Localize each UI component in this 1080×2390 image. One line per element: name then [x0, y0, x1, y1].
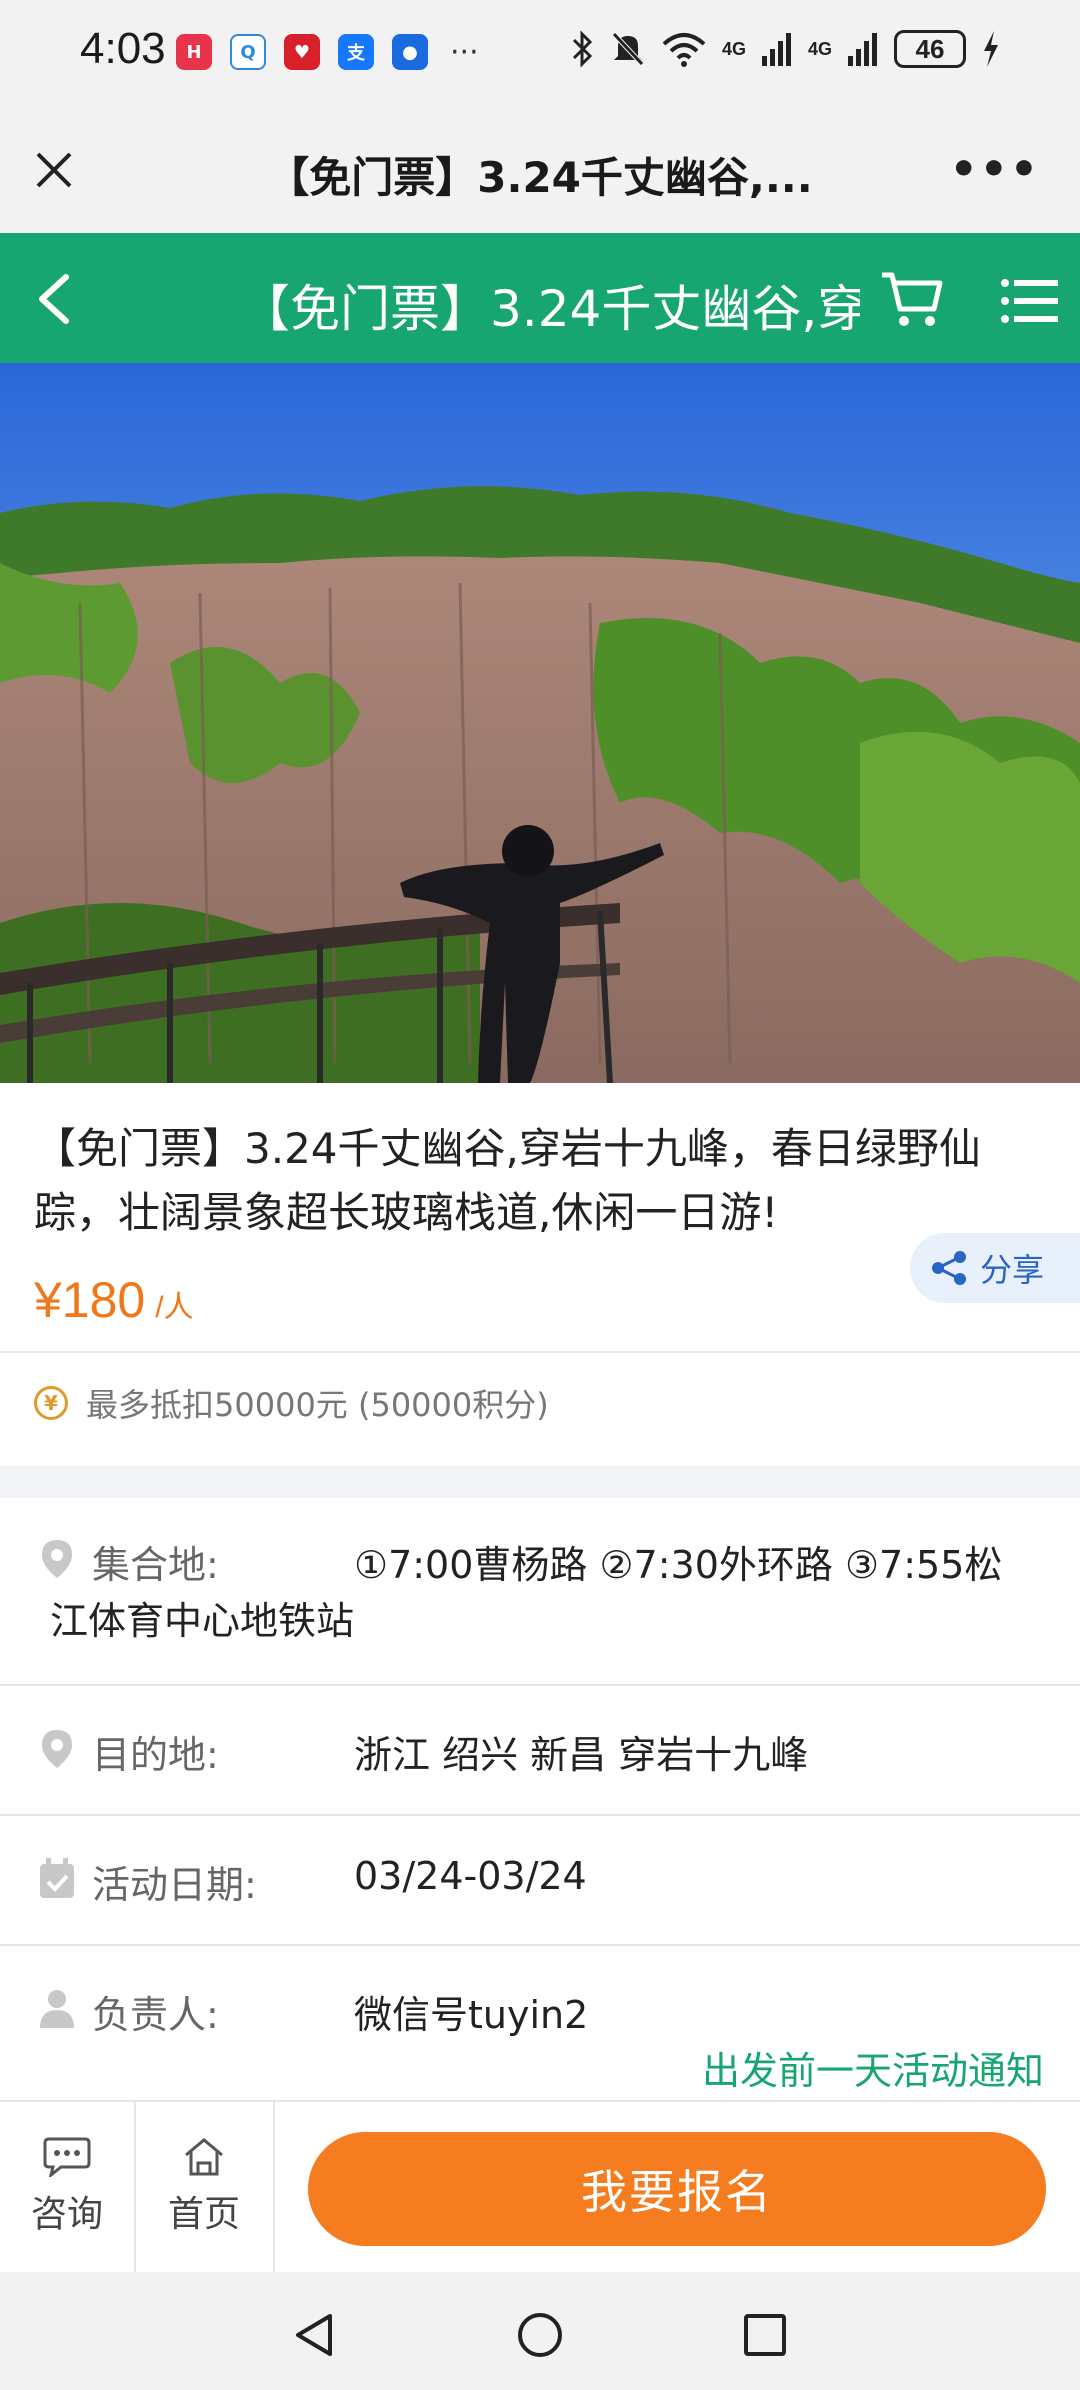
webview-title: 【免门票】3.24千丈幽谷,... — [267, 153, 813, 202]
destination-row: 目的地: 浙江 绍兴 新昌 穿岩十九峰 — [0, 1686, 1080, 1816]
home-label: 首页 — [167, 2194, 240, 2235]
section-gap — [0, 1466, 1080, 1498]
bottom-action-bar: 咨询 首页 我要报名 — [0, 2100, 1080, 2272]
page-header: 【免门票】3.24千丈幽谷,穿 — [0, 233, 1080, 363]
notification-icons: H Q ♥ 支 ● ··· — [176, 34, 479, 70]
meeting-point-value: ①7:00曹杨路 ②7:30外环路 ③7:55松 — [354, 1543, 1003, 1587]
heart-app-icon: ♥ — [284, 34, 320, 70]
share-button[interactable]: 分享 — [910, 1233, 1080, 1303]
separator — [273, 2102, 275, 2272]
mute-bell-icon — [612, 32, 644, 66]
nav-recents-icon[interactable] — [740, 2310, 790, 2360]
notice-link[interactable]: 出发前一天活动通知 — [702, 2040, 1044, 2095]
battery-icon: 46 — [894, 30, 966, 68]
price-value: ¥180 — [34, 1272, 146, 1328]
signup-button[interactable]: 我要报名 — [308, 2132, 1046, 2246]
nav-back-icon[interactable] — [290, 2310, 340, 2360]
alipay-app-icon: 支 — [338, 34, 374, 70]
webview-titlebar: 【免门票】3.24千丈幽谷,... ••• — [0, 108, 1080, 233]
destination-value: 浙江 绍兴 新昌 穿岩十九峰 — [354, 1733, 809, 1777]
status-more-icon: ··· — [450, 34, 479, 70]
divider — [0, 1351, 1080, 1353]
calendar-icon — [40, 1858, 74, 1898]
wifi-icon — [662, 33, 706, 67]
consult-button[interactable]: 咨询 — [0, 2102, 134, 2272]
message-app-icon: ● — [392, 34, 428, 70]
coin-icon: ¥ — [34, 1386, 68, 1420]
destination-label: 目的地: — [92, 1733, 219, 1777]
charging-icon — [984, 31, 998, 67]
chat-bubble-icon — [43, 2137, 91, 2177]
home-button[interactable]: 首页 — [136, 2102, 272, 2272]
share-icon — [932, 1251, 966, 1285]
network-4g-label: 4G — [721, 38, 746, 59]
meeting-point-value-cont: 江体育中心地铁站 — [50, 1599, 355, 1643]
consult-label: 咨询 — [30, 2194, 103, 2235]
network-4g-label-2: 4G — [807, 38, 832, 59]
cart-icon[interactable] — [880, 269, 944, 329]
huawei-app-icon: H — [176, 34, 212, 70]
event-title: 【免门票】3.24千丈幽谷,穿岩十九峰，春日绿野仙踪，壮阔景象超长玻璃栈道,休闲… — [34, 1124, 981, 1237]
status-indicators: 4G 4G 46 — [570, 30, 1000, 68]
status-bar: 4:03 H Q ♥ 支 ● ··· 4G 4G 46 — [0, 0, 1080, 108]
date-value: 03/24-03/24 — [354, 1854, 587, 1898]
signal-icon — [761, 33, 791, 66]
nav-home-icon[interactable] — [515, 2310, 565, 2360]
price: ¥180/人 — [34, 1271, 194, 1329]
scenery-photo — [0, 363, 1080, 1083]
signal-icon-2 — [848, 33, 877, 66]
points-text: 最多抵扣50000元 (50000积分) — [86, 1386, 549, 1424]
location-pin-icon — [42, 1730, 72, 1768]
menu-list-icon[interactable] — [1000, 277, 1058, 325]
status-time: 4:03 — [80, 24, 166, 73]
location-pin-icon — [42, 1540, 72, 1578]
meeting-point-label: 集合地: — [92, 1543, 219, 1587]
person-icon — [40, 1990, 74, 2028]
back-arrow-icon[interactable] — [30, 271, 80, 327]
browser-app-icon: Q — [230, 34, 266, 70]
date-row: 活动日期: 03/24-03/24 — [0, 1816, 1080, 1946]
hero-image — [0, 363, 1080, 1083]
price-unit: /人 — [155, 1291, 194, 1324]
contact-label: 负责人: — [92, 1993, 219, 2037]
more-options-icon[interactable]: ••• — [950, 144, 1040, 195]
points-deduction: ¥ 最多抵扣50000元 (50000积分) — [34, 1380, 549, 1426]
battery-level: 46 — [915, 33, 945, 64]
date-label: 活动日期: — [92, 1863, 257, 1907]
system-navigation-bar — [0, 2272, 1080, 2390]
home-icon — [185, 2138, 223, 2176]
bluetooth-icon — [572, 30, 593, 68]
contact-value: 微信号tuyin2 — [354, 1993, 589, 2037]
page-title: 【免门票】3.24千丈幽谷,穿 — [240, 280, 860, 338]
share-label: 分享 — [980, 1251, 1045, 1289]
meeting-point-row: 集合地: ①7:00曹杨路 ②7:30外环路 ③7:55松 江体育中心地铁站 — [0, 1500, 1080, 1686]
